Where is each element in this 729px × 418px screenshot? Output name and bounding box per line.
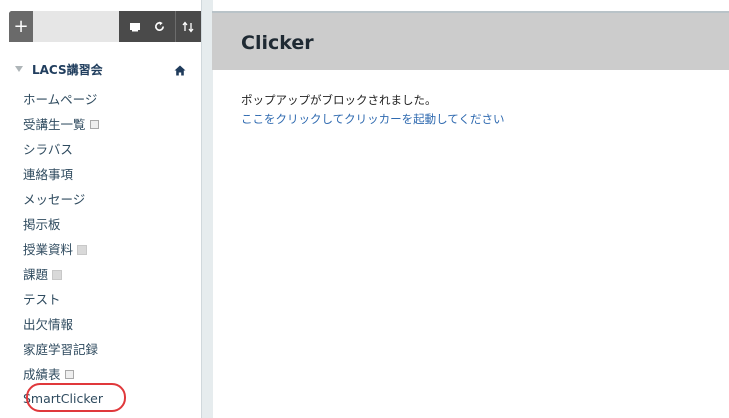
course-menu: ホームページ 受講生一覧 シラバス 連絡事項 メッセージ 掲示板 授業資料 課題… — [23, 86, 193, 411]
sidebar-item-bulletin-board[interactable]: 掲示板 — [23, 211, 193, 236]
sidebar-item-label: 成績表 — [23, 367, 61, 382]
launch-clicker-link[interactable]: ここをクリックしてクリッカーを起動してください — [241, 111, 504, 127]
collapse-triangle-icon[interactable] — [15, 66, 23, 72]
sidebar-item-roster[interactable]: 受講生一覧 — [23, 111, 193, 136]
external-link-icon — [89, 120, 99, 129]
sidebar-item-announcements[interactable]: 連絡事項 — [23, 161, 193, 186]
page-title-bar: Clicker — [212, 13, 729, 70]
main-content: Clicker ポップアップがブロックされました。 ここをクリックしてクリッカー… — [212, 0, 729, 418]
sidebar-item-course-materials[interactable]: 授業資料 — [23, 236, 193, 261]
sidebar-item-label: 授業資料 — [23, 242, 74, 257]
sidebar-item-syllabus[interactable]: シラバス — [23, 136, 193, 161]
rectangle-icon[interactable] — [123, 11, 147, 42]
page-title: Clicker — [241, 32, 314, 54]
sidebar-item-label: シラバス — [23, 142, 73, 157]
sidebar-item-grades[interactable]: 成績表 — [23, 361, 193, 386]
sidebar-toolbar: + — [9, 11, 201, 42]
sidebar-item-messages[interactable]: メッセージ — [23, 186, 193, 211]
sidebar-item-smartclicker[interactable]: SmartClicker — [23, 386, 193, 411]
toolbar-spacer — [33, 11, 119, 42]
sidebar-item-assignments[interactable]: 課題 — [23, 261, 193, 286]
course-name[interactable]: LACS講習会 — [32, 61, 103, 78]
sidebar-item-label: 掲示板 — [23, 217, 61, 232]
sidebar-item-label: 受講生一覧 — [23, 117, 86, 132]
course-sidebar: + LACS講習会 ホームページ 受講生一覧 シラバス 連絡事項 メッセージ 掲… — [0, 0, 202, 418]
sidebar-item-label: SmartClicker — [23, 391, 103, 406]
home-icon[interactable] — [174, 61, 186, 80]
external-link-icon — [64, 370, 74, 379]
popup-blocked-message: ポップアップがブロックされました。 — [241, 93, 437, 107]
sidebar-item-home-study-log[interactable]: 家庭学習記録 — [23, 336, 193, 361]
sort-icon[interactable] — [175, 11, 200, 42]
sidebar-item-label: テスト — [23, 292, 61, 307]
sidebar-item-label: 家庭学習記録 — [23, 342, 99, 357]
course-header[interactable]: LACS講習会 — [15, 59, 195, 79]
sidebar-item-homepage[interactable]: ホームページ — [23, 86, 193, 111]
content-area-icon — [77, 244, 88, 255]
sidebar-item-label: 課題 — [23, 267, 49, 282]
refresh-icon[interactable] — [147, 11, 171, 42]
content-area-icon — [52, 269, 63, 280]
sidebar-item-label: 連絡事項 — [23, 167, 74, 182]
add-menu-item-button[interactable]: + — [9, 11, 33, 42]
sidebar-item-tests[interactable]: テスト — [23, 286, 193, 311]
sidebar-item-label: ホームページ — [23, 92, 98, 107]
sidebar-item-attendance[interactable]: 出欠情報 — [23, 311, 193, 336]
sidebar-item-label: 出欠情報 — [23, 317, 74, 332]
sidebar-item-label: メッセージ — [23, 192, 86, 207]
